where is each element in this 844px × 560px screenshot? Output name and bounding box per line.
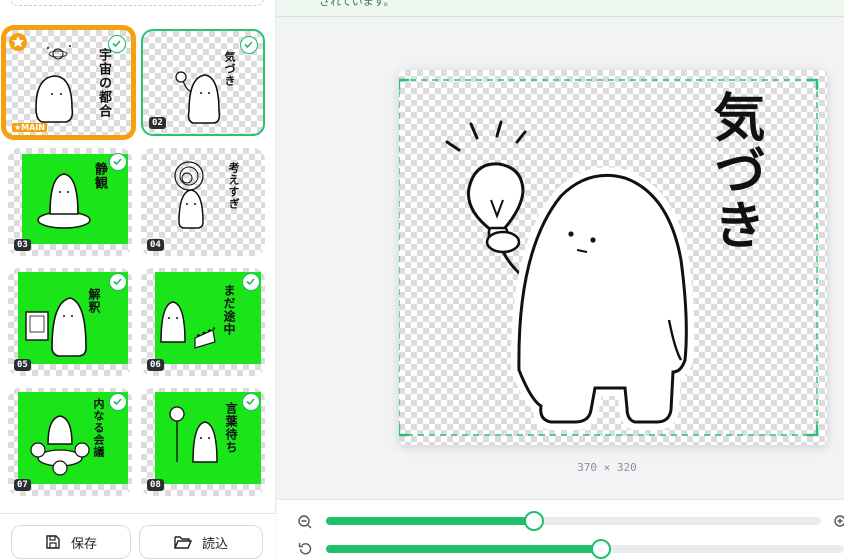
sticker-label: 宇宙の都合 <box>96 48 111 118</box>
sticker-label: まだ途中 <box>222 284 236 336</box>
sticker-label: 静観 <box>92 162 107 190</box>
check-icon <box>242 393 260 411</box>
canvas-size-label: 370 × 320 <box>577 461 637 474</box>
sticker-number: 03 <box>14 239 31 251</box>
sticker-card-main[interactable]: 宇宙の都合 ★MAIN <box>2 26 135 139</box>
rotate-slider[interactable] <box>326 539 844 559</box>
upload-dropzone[interactable] <box>10 0 264 6</box>
zoom-slider-thumb[interactable] <box>523 511 544 531</box>
rotate-icon[interactable] <box>297 541 313 557</box>
zoom-in-icon[interactable] <box>833 514 844 530</box>
sticker-label: 考えすぎ <box>227 162 240 210</box>
sticker-sidebar: 宇宙の都合 ★MAIN 気づき 02 静観 03 考えすぎ 04 解釈 05 ま… <box>0 0 276 560</box>
sidebar-footer: 保存 読込 <box>0 513 276 560</box>
transform-controls <box>277 499 844 560</box>
zoom-slider[interactable] <box>326 511 821 531</box>
sticker-card[interactable]: 解釈 05 <box>8 268 132 376</box>
folder-open-icon <box>174 536 192 549</box>
preview-caption: 気づき <box>704 90 764 252</box>
sticker-card[interactable]: 内なる会議 07 <box>8 388 132 496</box>
rotate-slider-fill <box>326 545 601 553</box>
check-icon <box>240 36 258 54</box>
sticker-number: 05 <box>14 359 31 371</box>
sticker-number: 07 <box>14 479 31 491</box>
sticker-number: 06 <box>147 359 164 371</box>
sticker-number: 08 <box>147 479 164 491</box>
save-icon <box>46 535 60 549</box>
save-button-label: 保存 <box>70 536 97 552</box>
star-icon <box>9 33 27 51</box>
sticker-card[interactable]: 静観 03 <box>8 148 132 256</box>
check-icon <box>109 273 127 291</box>
check-icon <box>108 35 126 53</box>
notice-banner: されています。 <box>277 0 844 17</box>
sticker-card[interactable]: 気づき 02 <box>141 29 265 136</box>
sticker-label: 気づき <box>223 51 236 87</box>
sticker-label: 内なる会議 <box>92 398 105 458</box>
sticker-card[interactable]: 言葉待ち 08 <box>141 388 265 496</box>
check-icon <box>242 273 260 291</box>
sticker-preview-canvas[interactable]: 気づき <box>399 70 827 445</box>
sticker-number: 04 <box>147 239 164 251</box>
load-button[interactable]: 読込 <box>139 525 263 559</box>
zoom-out-icon[interactable] <box>297 514 313 530</box>
check-icon <box>109 153 127 171</box>
notice-text: されています。 <box>319 0 395 8</box>
zoom-slider-fill <box>326 517 534 525</box>
editor-main: されています。 気づき 370 × 320 <box>277 0 844 560</box>
sticker-card[interactable]: 考えすぎ 04 <box>141 148 265 256</box>
sticker-number: 02 <box>149 117 166 129</box>
sticker-label: 解釈 <box>87 288 101 314</box>
app-root: 宇宙の都合 ★MAIN 気づき 02 静観 03 考えすぎ 04 解釈 05 ま… <box>0 0 844 560</box>
sticker-card[interactable]: まだ途中 06 <box>141 268 265 376</box>
check-icon <box>109 393 127 411</box>
load-button-label: 読込 <box>201 536 228 552</box>
rotate-slider-thumb[interactable] <box>590 539 611 559</box>
save-button[interactable]: 保存 <box>11 525 131 559</box>
main-badge: ★MAIN <box>12 123 47 132</box>
sticker-label: 言葉待ち <box>224 402 238 454</box>
